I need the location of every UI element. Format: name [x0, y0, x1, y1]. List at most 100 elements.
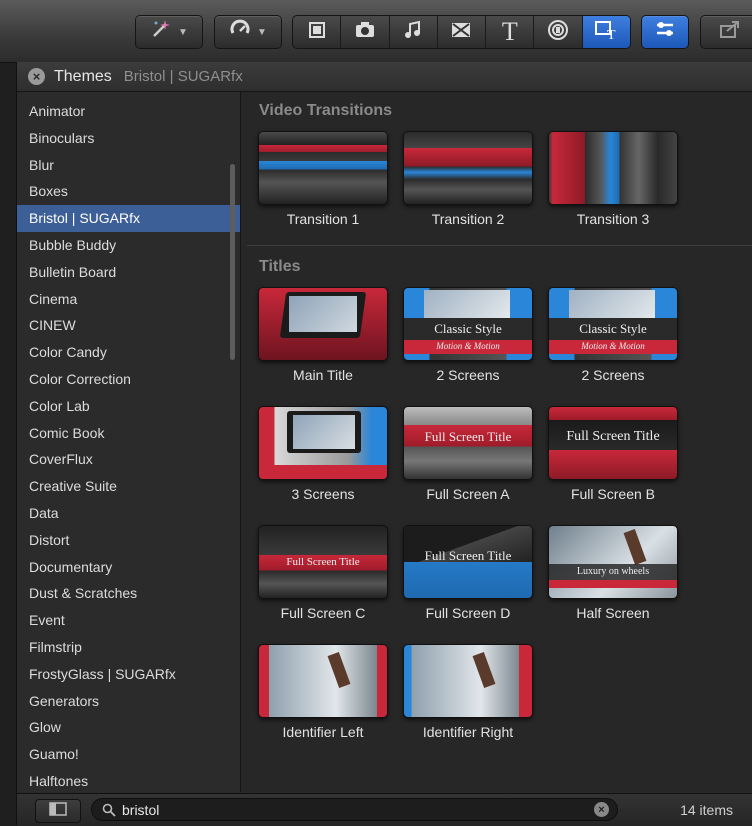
camera-icon	[354, 20, 376, 45]
sidebar-item[interactable]: Boxes	[17, 178, 240, 205]
title-thumbnail: Classic Style Motion & Motion	[403, 287, 533, 361]
transition-tile[interactable]: Transition 1	[258, 131, 388, 227]
sidebar-item[interactable]: Color Candy	[17, 339, 240, 366]
close-icon[interactable]: ×	[28, 68, 45, 85]
item-count: 14 items	[680, 802, 733, 818]
themes-content: Video Transitions Transition 1 Transitio…	[241, 92, 752, 792]
transitions-browser-button[interactable]	[438, 16, 487, 48]
thumbnail-title-text: Luxury on wheels	[576, 566, 650, 577]
thumbnail-title-text: Full Screen Title	[424, 429, 512, 444]
browser-footer: bristol × 14 items	[17, 793, 752, 826]
sidebar-item[interactable]: Cinema	[17, 286, 240, 313]
transition-thumbnail	[403, 131, 533, 205]
photos-browser-button[interactable]	[341, 16, 390, 48]
inspector-button[interactable]	[641, 15, 689, 49]
thumbnail-title-text: Full Screen Title	[566, 429, 660, 444]
tile-caption: Transition 3	[576, 211, 650, 227]
sidebar-item[interactable]: Generators	[17, 688, 240, 715]
sidebar-item[interactable]: Glow	[17, 714, 240, 741]
filmstrip-icon	[307, 20, 327, 45]
title-tile[interactable]: Identifier Right	[403, 644, 533, 740]
tile-caption: Transition 2	[431, 211, 505, 227]
clips-browser-button[interactable]	[293, 16, 342, 48]
title-thumbnail: Full Screen Title	[548, 406, 678, 480]
generators-browser-button[interactable]	[534, 16, 583, 48]
sidebar-item[interactable]: Bubble Buddy	[17, 232, 240, 259]
section-label-titles: Titles	[259, 258, 301, 275]
tile-caption: 2 Screens	[436, 367, 500, 383]
thumbnail-title-text: Full Screen Title	[424, 548, 512, 563]
sidebar-scrollbar[interactable]	[230, 164, 235, 360]
titles-browser-button[interactable]: T	[486, 16, 535, 48]
sidebar-item[interactable]: Color Lab	[17, 393, 240, 420]
share-icon	[718, 19, 742, 45]
generator-icon	[547, 19, 569, 46]
title-tile[interactable]: Full Screen Title Full Screen A	[403, 406, 533, 502]
thumbnail-title-text: Full Screen Title	[286, 556, 360, 568]
title-tile[interactable]: 3 Screens	[258, 406, 388, 502]
transition-icon	[450, 20, 472, 45]
title-tile[interactable]: Main Title	[258, 287, 388, 383]
enhancements-menu-button[interactable]: ▼	[135, 15, 203, 49]
themes-sidebar: Animator Binoculars Blur Boxes Bristol | SUG…	[17, 92, 241, 792]
sidebar-item[interactable]: Event	[17, 607, 240, 634]
sidebar-toggle-button[interactable]	[35, 799, 81, 823]
thumbnail-subtitle-text: Motion & Motion	[581, 341, 645, 351]
title-tile[interactable]: Full Screen Title Full Screen B	[548, 406, 678, 502]
sidebar-item[interactable]: Comic Book	[17, 420, 240, 447]
search-input[interactable]: bristol	[122, 802, 594, 818]
tile-caption: Main Title	[293, 367, 353, 383]
title-icon: T	[501, 17, 518, 46]
svg-text:T: T	[607, 28, 616, 41]
search-field[interactable]: bristol ×	[91, 798, 618, 821]
tile-caption: Full Screen B	[570, 486, 656, 502]
sidebar-item[interactable]: FrostyGlass | SUGARfx	[17, 661, 240, 688]
sidebar-item[interactable]: CINEW	[17, 312, 240, 339]
sidebar-item[interactable]: Bristol | SUGARfx	[17, 205, 240, 232]
sidebar-item[interactable]: Animator	[17, 98, 240, 125]
sidebar-item[interactable]: Blur	[17, 152, 240, 179]
sidebar-toggle-icon	[49, 801, 67, 821]
sidebar-item[interactable]: Distort	[17, 527, 240, 554]
title-tile[interactable]: Classic Style Motion & Motion 2 Screens	[403, 287, 533, 383]
title-tile[interactable]: Classic Style Motion & Motion 2 Screens	[548, 287, 678, 383]
sidebar-item[interactable]: Bulletin Board	[17, 259, 240, 286]
tile-caption: Full Screen C	[280, 605, 366, 621]
sidebar-item[interactable]: Guamo!	[17, 741, 240, 768]
sidebar-item[interactable]: Halftones	[17, 768, 240, 792]
sidebar-item[interactable]: Documentary	[17, 554, 240, 581]
music-browser-button[interactable]	[390, 16, 438, 48]
sidebar-item[interactable]: Creative Suite	[17, 473, 240, 500]
tile-caption: Identifier Left	[282, 724, 364, 740]
themes-list: Animator Binoculars Blur Boxes Bristol | SUG…	[17, 98, 240, 792]
retime-menu-button[interactable]: ▼	[214, 15, 282, 49]
sidebar-item[interactable]: Filmstrip	[17, 634, 240, 661]
inspector-icon	[654, 20, 676, 44]
sidebar-item[interactable]: CoverFlux	[17, 446, 240, 473]
music-icon	[403, 20, 423, 45]
browser-header: × Themes Bristol | SUGARfx	[17, 62, 752, 92]
share-button[interactable]	[700, 15, 752, 49]
title-tile[interactable]: Luxury on wheels Half Screen	[548, 525, 678, 621]
magic-wand-icon	[150, 18, 172, 46]
transition-thumbnail	[548, 131, 678, 205]
themes-browser-button[interactable]: T	[582, 16, 630, 48]
transition-tile[interactable]: Transition 2	[403, 131, 533, 227]
chevron-down-icon: ▼	[178, 26, 188, 38]
title-tile[interactable]: Full Screen Title Full Screen C	[258, 525, 388, 621]
chevron-down-icon: ▼	[257, 26, 267, 38]
sidebar-item[interactable]: Dust & Scratches	[17, 580, 240, 607]
tile-caption: Transition 1	[286, 211, 360, 227]
title-tile[interactable]: Identifier Left	[258, 644, 388, 740]
transition-tile[interactable]: Transition 3	[548, 131, 678, 227]
section-divider	[247, 245, 752, 246]
clear-search-icon[interactable]: ×	[594, 802, 609, 817]
themes-icon: T	[594, 19, 618, 46]
sidebar-item[interactable]: Binoculars	[17, 125, 240, 152]
title-thumbnail: Full Screen Title	[403, 406, 533, 480]
thumbnail-title-text: Classic Style	[434, 321, 502, 336]
title-tile[interactable]: Full Screen Title Full Screen D	[403, 525, 533, 621]
sidebar-item[interactable]: Color Correction	[17, 366, 240, 393]
tile-caption: 3 Screens	[291, 486, 355, 502]
sidebar-item[interactable]: Data	[17, 500, 240, 527]
